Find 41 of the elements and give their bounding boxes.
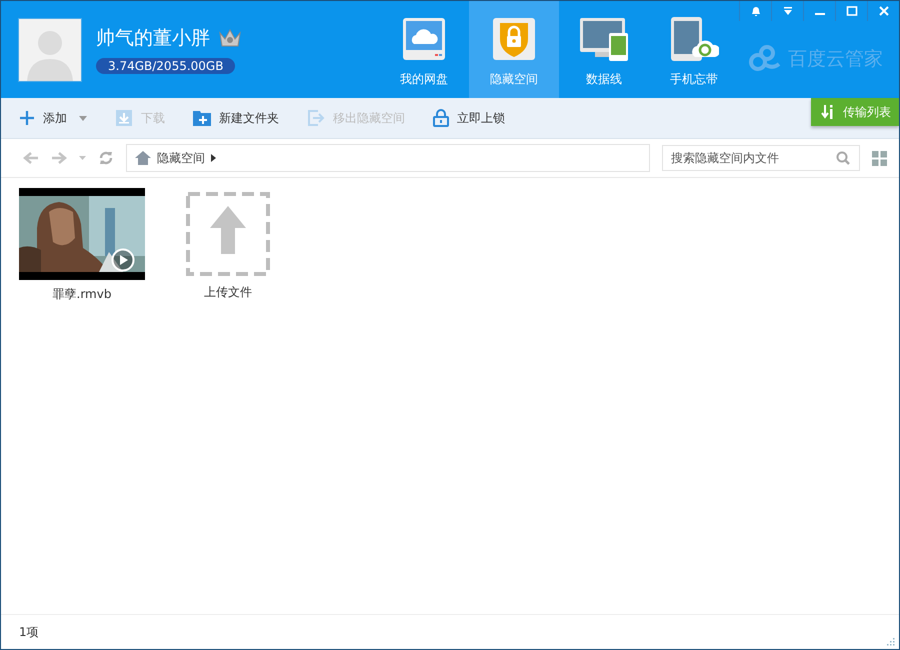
back-arrow-icon[interactable]: [23, 151, 39, 165]
nav-tab[interactable]: 手机忘带: [649, 1, 739, 98]
new-folder-icon: [193, 109, 211, 127]
home-icon[interactable]: [135, 151, 151, 165]
search-field[interactable]: 搜索隐藏空间内文件: [662, 145, 860, 171]
cloud-icon: [402, 17, 446, 61]
grid-view-icon[interactable]: [872, 150, 887, 166]
nav-tab[interactable]: 数据线: [559, 1, 649, 98]
avatar-icon: [18, 18, 82, 82]
toolbar-button[interactable]: 新建文件夹: [193, 109, 279, 127]
transfer-icon: [821, 104, 835, 120]
resize-grip-icon[interactable]: [885, 636, 895, 646]
toolbar-button[interactable]: 添加: [19, 110, 87, 126]
item-count: 1项: [19, 624, 39, 640]
tablet-sync-icon: [669, 17, 719, 61]
lock-shield-icon: [492, 17, 536, 61]
caret-icon[interactable]: [79, 156, 86, 160]
breadcrumb-item[interactable]: 隐藏空间: [157, 150, 205, 166]
caret-icon: [79, 116, 87, 120]
toolbar-button[interactable]: 立即上锁: [433, 109, 505, 127]
chevron-icon[interactable]: [211, 154, 216, 162]
refresh-icon[interactable]: [98, 150, 114, 166]
user-name: 帅气的董小胖: [96, 26, 210, 51]
upload-icon[interactable]: [186, 192, 270, 276]
search-icon: [836, 151, 850, 165]
move-out-icon: [307, 109, 325, 127]
download-icon: [115, 109, 133, 127]
plus-icon: [19, 110, 35, 126]
brand-name: 百度云管家: [788, 47, 883, 72]
nav-tab[interactable]: 隐藏空间: [469, 1, 559, 98]
nav-tab[interactable]: 我的网盘: [379, 1, 469, 98]
devices-icon: [579, 17, 629, 61]
file-name[interactable]: 上传文件: [204, 284, 252, 301]
storage-quota: 3.74GB/2055.00GB: [96, 58, 236, 74]
crown-icon: [218, 28, 242, 48]
brand-logo-icon: [748, 45, 782, 73]
file-name[interactable]: 罪孽.rmvb: [52, 286, 112, 303]
forward-arrow-icon[interactable]: [51, 151, 67, 165]
play-icon[interactable]: [111, 248, 135, 272]
transfer-list-button[interactable]: 传输列表: [811, 98, 899, 126]
lock-icon: [433, 109, 449, 127]
